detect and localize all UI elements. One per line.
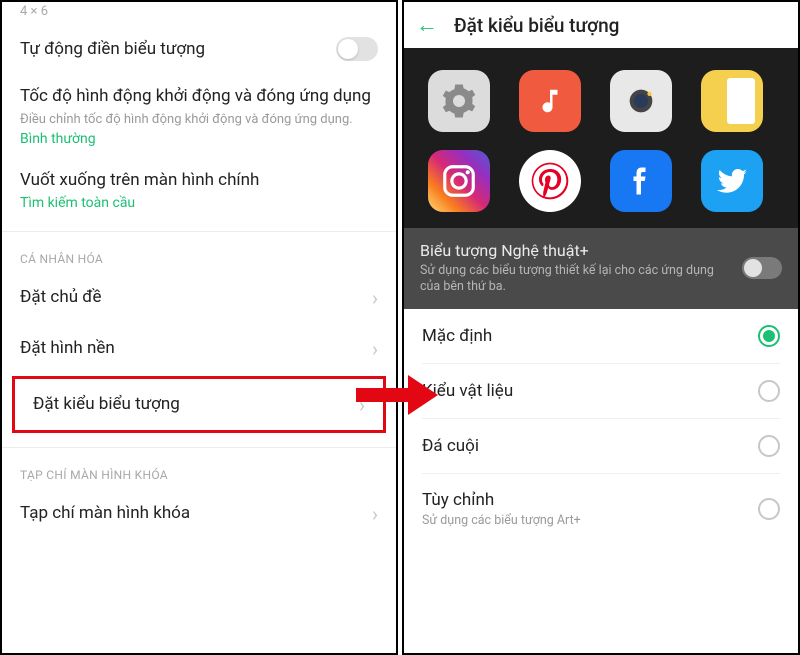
set-icon-style-label: Đặt kiểu biểu tượng <box>33 393 180 416</box>
notes-icon <box>701 70 763 132</box>
swipe-down-value: Tìm kiếm toàn cầu <box>20 195 378 211</box>
option-default[interactable]: Mặc định <box>404 309 798 363</box>
twitter-icon <box>701 150 763 212</box>
radio-unselected-icon[interactable] <box>758 380 780 402</box>
camera-icon <box>610 70 672 132</box>
radio-unselected-icon[interactable] <box>758 435 780 457</box>
settings-screen-left: 4 × 6 Tự động điền biểu tượng Tốc độ hìn… <box>0 0 398 655</box>
icon-style-screen-right: ← Đặt kiểu biểu tượng <box>402 0 800 655</box>
option-material[interactable]: Kiểu vật liệu <box>404 364 798 418</box>
radio-selected-icon[interactable] <box>758 325 780 347</box>
auto-fill-toggle[interactable] <box>336 37 378 61</box>
lockmag-label: Tạp chí màn hình khóa <box>20 502 190 525</box>
anim-speed-title: Tốc độ hình động khởi động và đóng ứng d… <box>20 85 378 108</box>
music-icon <box>519 70 581 132</box>
option-label: Đá cuội <box>422 436 479 456</box>
art-plus-toggle[interactable] <box>742 257 782 279</box>
chevron-right-icon: › <box>372 288 378 308</box>
anim-speed-sub: Điều chỉnh tốc độ hình động khởi động và… <box>20 111 378 129</box>
chevron-right-icon: › <box>372 504 378 524</box>
facebook-icon <box>610 150 672 212</box>
radio-unselected-icon[interactable] <box>758 498 780 520</box>
back-arrow-icon[interactable]: ← <box>416 12 438 38</box>
transition-arrow-icon <box>356 380 438 410</box>
auto-fill-label: Tự động điền biểu tượng <box>20 38 328 61</box>
section-personalize: CÁ NHÂN HÓA <box>2 234 396 272</box>
chevron-right-icon: › <box>372 339 378 359</box>
set-theme-row[interactable]: Đặt chủ đề › <box>2 272 396 323</box>
set-wallpaper-label: Đặt hình nền <box>20 337 115 360</box>
art-plus-title: Biểu tượng Nghệ thuật+ <box>420 241 732 260</box>
instagram-icon <box>428 150 490 212</box>
grid-size-label: 4 × 6 <box>2 2 396 23</box>
pinterest-icon <box>519 150 581 212</box>
set-wallpaper-row[interactable]: Đặt hình nền › <box>2 323 396 374</box>
set-icon-style-row[interactable]: Đặt kiểu biểu tượng › <box>12 376 386 433</box>
auto-fill-icons-row[interactable]: Tự động điền biểu tượng <box>2 23 396 75</box>
lockscreen-magazine-row[interactable]: Tạp chí màn hình khóa › <box>2 488 396 539</box>
settings-icon <box>428 70 490 132</box>
art-plus-sub: Sử dụng các biểu tượng thiết kế lại cho … <box>420 263 732 296</box>
swipe-down-title: Vuốt xuống trên màn hình chính <box>20 169 378 192</box>
divider <box>2 447 396 448</box>
set-theme-label: Đặt chủ đề <box>20 286 101 309</box>
art-plus-row[interactable]: Biểu tượng Nghệ thuật+ Sử dụng các biểu … <box>404 228 798 309</box>
option-label: Tùy chỉnh <box>422 490 581 510</box>
page-title: Đặt kiểu biểu tượng <box>454 14 619 37</box>
divider <box>2 231 396 232</box>
section-lockmag: TẠP CHÍ MÀN HÌNH KHÓA <box>2 450 396 488</box>
animation-speed-row[interactable]: Tốc độ hình động khởi động và đóng ứng d… <box>2 75 396 159</box>
icon-preview-panel <box>404 48 798 228</box>
swipe-down-row[interactable]: Vuốt xuống trên màn hình chính Tìm kiếm … <box>2 159 396 225</box>
option-sub: Sử dụng các biểu tượng Art+ <box>422 513 581 528</box>
header: ← Đặt kiểu biểu tượng <box>404 2 798 48</box>
option-pebble[interactable]: Đá cuội <box>404 419 798 473</box>
anim-speed-value: Bình thường <box>20 131 378 147</box>
option-custom[interactable]: Tùy chỉnh Sử dụng các biểu tượng Art+ <box>404 474 798 544</box>
option-label: Mặc định <box>422 326 492 346</box>
